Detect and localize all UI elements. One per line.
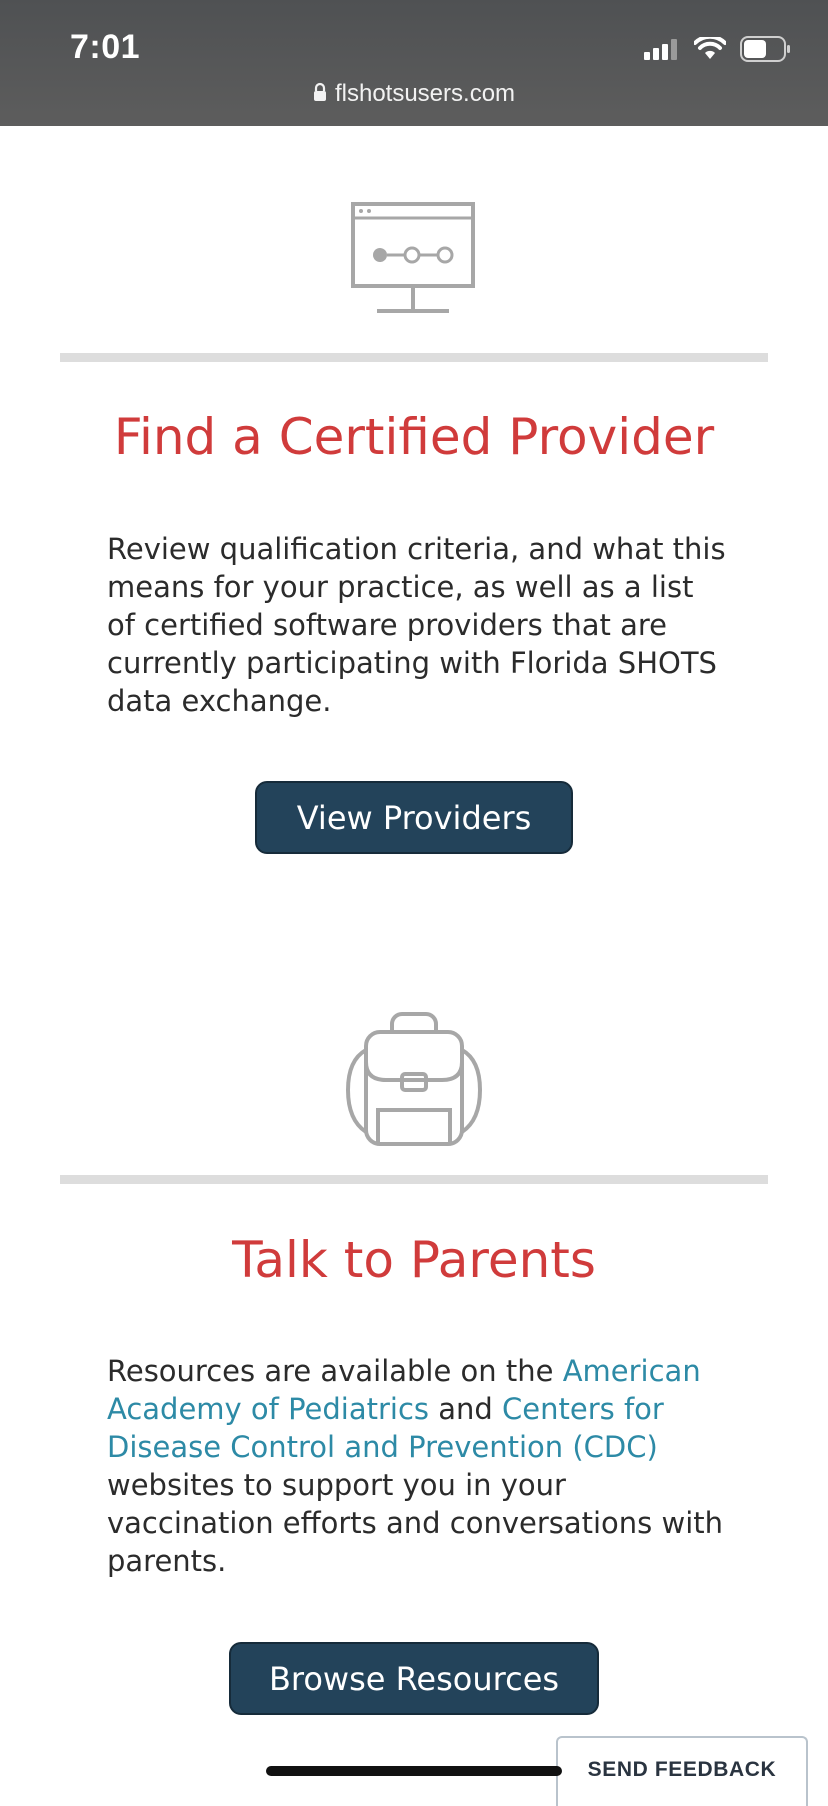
section-divider bbox=[60, 1175, 768, 1184]
status-time: 7:01 bbox=[70, 28, 141, 66]
section-divider bbox=[60, 353, 768, 362]
url-text: flshotsusers.com bbox=[334, 80, 516, 107]
provider-description: Review qualification criteria, and what … bbox=[107, 532, 726, 718]
browser-status-bar: 7:01 flshotsusers.com bbox=[0, 0, 828, 126]
signal-icon bbox=[644, 38, 680, 64]
provider-heading: Find a Certified Provider bbox=[113, 408, 715, 466]
view-providers-button[interactable]: View Providers bbox=[255, 781, 573, 854]
home-indicator[interactable] bbox=[266, 1766, 562, 1776]
send-feedback-button[interactable]: SEND FEEDBACK bbox=[556, 1736, 808, 1806]
text-span: websites to support you in your vaccinat… bbox=[107, 1468, 724, 1578]
text-span: Resources are available on the bbox=[107, 1354, 563, 1388]
text-span: and bbox=[429, 1392, 503, 1426]
lock-icon bbox=[313, 81, 327, 109]
browse-resources-button[interactable]: Browse Resources bbox=[229, 1642, 599, 1715]
battery-icon bbox=[740, 36, 792, 66]
monitor-icon bbox=[0, 202, 828, 314]
backpack-icon bbox=[0, 1010, 828, 1148]
parents-heading: Talk to Parents bbox=[232, 1231, 596, 1289]
parents-description: Resources are available on the American … bbox=[107, 1352, 727, 1580]
status-icons bbox=[644, 34, 792, 66]
url-bar[interactable]: flshotsusers.com bbox=[0, 80, 828, 109]
wifi-icon bbox=[693, 34, 727, 65]
